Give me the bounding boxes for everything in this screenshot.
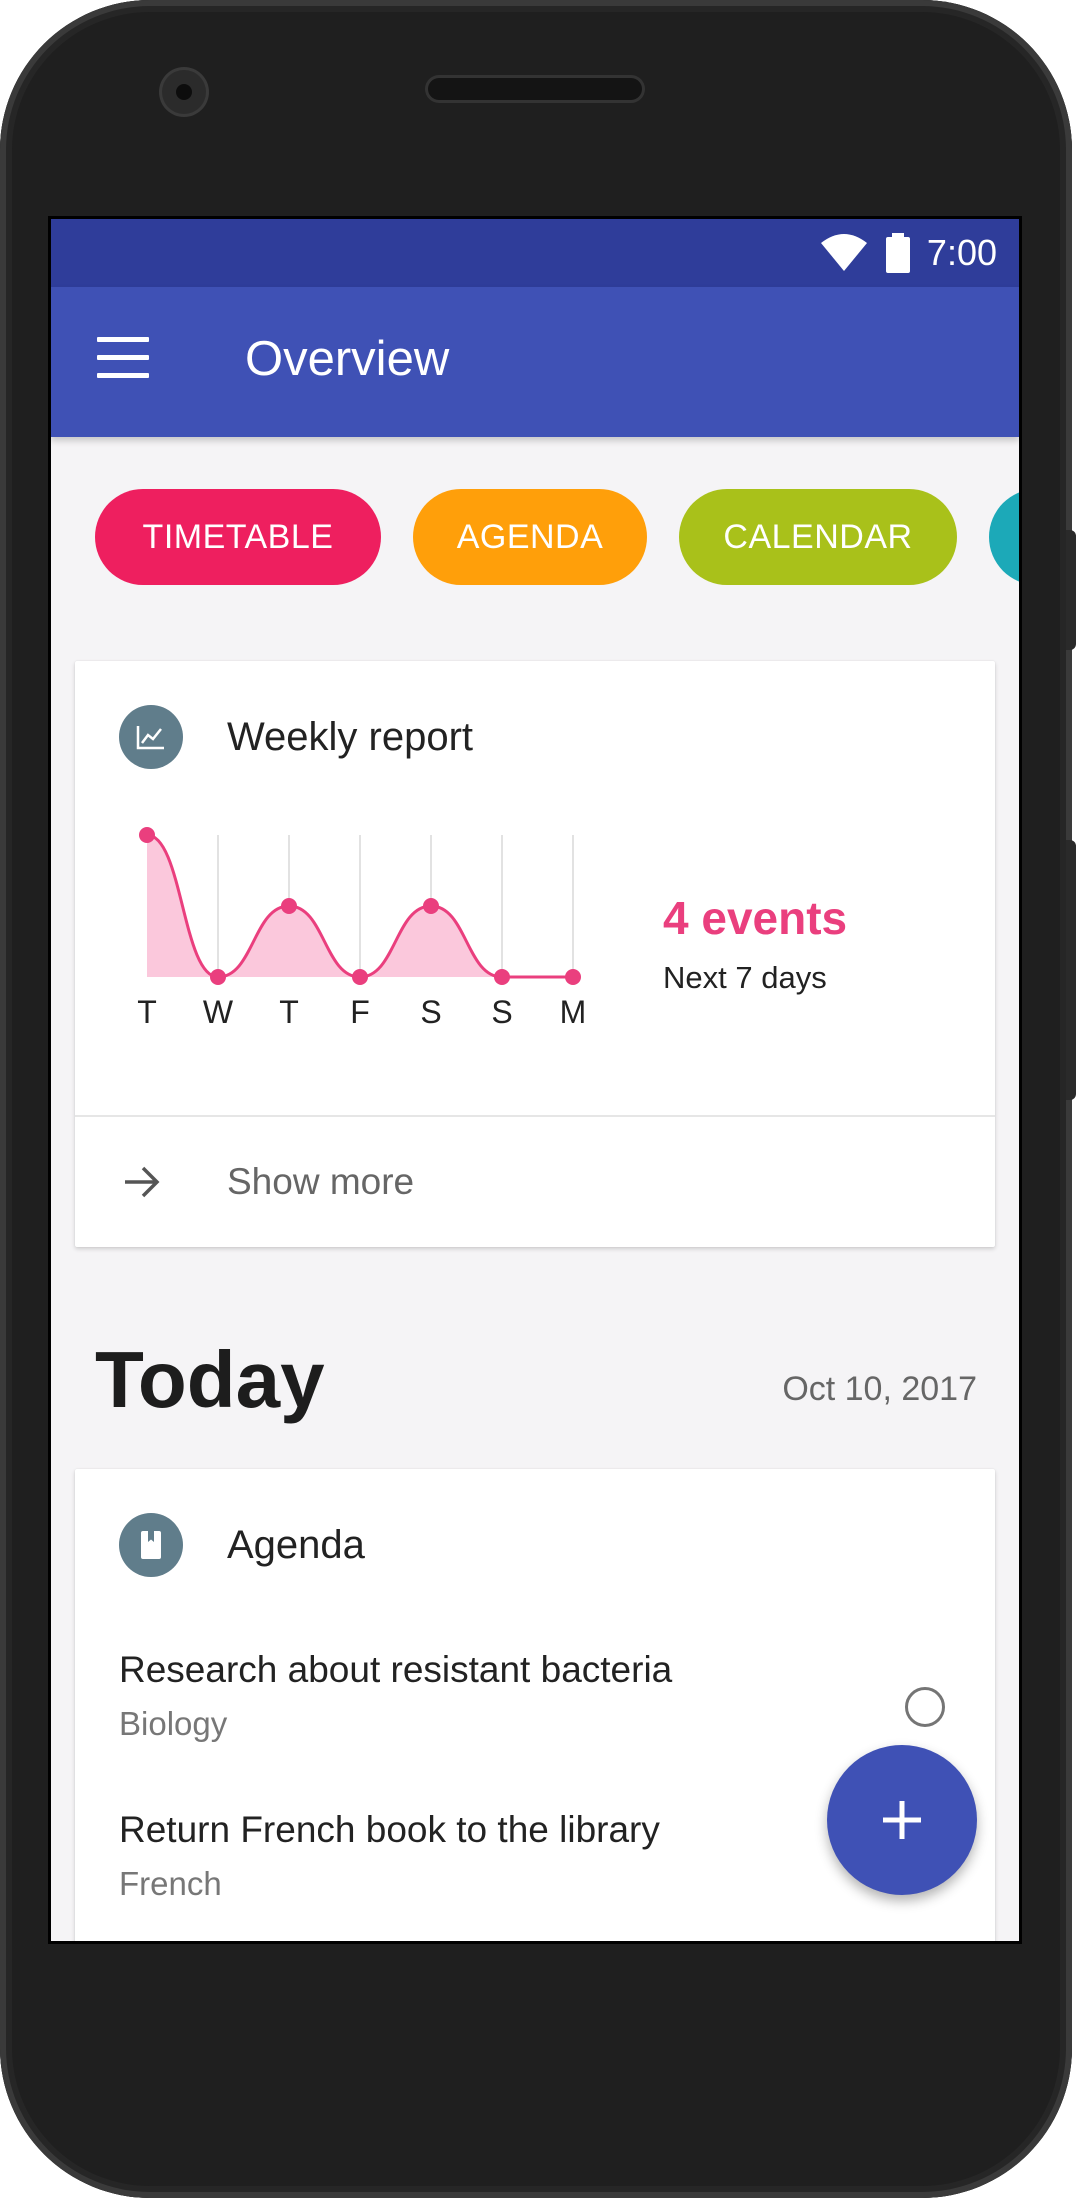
events-period: Next 7 days (663, 960, 827, 995)
menu-icon[interactable] (97, 337, 151, 379)
agenda-item-title: Return French book to the library (119, 1809, 660, 1850)
front-camera (162, 70, 206, 114)
chip-next[interactable] (989, 489, 1019, 585)
agenda-item-title: Research about resistant bacteria (119, 1649, 673, 1690)
app-title: Overview (245, 332, 450, 386)
chart-icon (119, 705, 183, 769)
today-date: Oct 10, 2017 (782, 1370, 977, 1408)
status-bar: 7:00 (51, 219, 1019, 287)
chart-point (139, 827, 155, 843)
complete-radio[interactable] (905, 1687, 945, 1727)
chart-tick-label: T (279, 994, 299, 1030)
chip-agenda[interactable]: AGENDA (413, 489, 647, 585)
events-count: 4 events (663, 892, 848, 944)
chip-calendar[interactable]: CALENDAR (679, 489, 957, 585)
plus-icon (883, 1801, 921, 1839)
screen: 7:00 Overview TIMETABLE AGENDA CALENDAR … (48, 216, 1022, 1944)
chart-tick-label: S (420, 994, 441, 1030)
weekly-chart: TWTFSSM (137, 827, 587, 1030)
phone-frame: 7:00 Overview TIMETABLE AGENDA CALENDAR … (0, 0, 1076, 2198)
volume-button (1066, 840, 1076, 1100)
weekly-report-card: Weekly report T W T F S S M 4 events Next 7 da… (75, 661, 995, 1247)
chart-tick-label: S (491, 994, 512, 1030)
chart-tick-label: M (560, 994, 587, 1030)
chart-point (423, 898, 439, 914)
show-more-button[interactable]: Show more (75, 1117, 995, 1247)
chart-tick-label: F (350, 994, 370, 1030)
agenda-item-subject: Biology (119, 1705, 228, 1742)
arrow-right-icon (125, 1166, 160, 1198)
chart-point (352, 969, 368, 985)
wifi-icon (820, 234, 867, 271)
status-time: 7:00 (926, 232, 997, 273)
chart-tick-label: W (203, 994, 234, 1030)
show-more-label: Show more (227, 1161, 415, 1202)
chart-point (210, 969, 226, 985)
agenda-title: Agenda (227, 1523, 365, 1567)
battery-icon (885, 233, 910, 273)
app-bar: Overview (51, 287, 1019, 437)
earpiece-speaker (428, 78, 642, 100)
today-title: Today (95, 1335, 325, 1424)
weekly-report-title: Weekly report (227, 715, 474, 759)
agenda-item[interactable]: Research about resistant bacteria Biolog… (75, 1629, 995, 1769)
power-button (1066, 530, 1076, 650)
shortcut-chips: TIMETABLE AGENDA CALENDAR (95, 489, 1019, 587)
chart-point (494, 969, 510, 985)
chart-point (565, 969, 581, 985)
agenda-item-subject: French (119, 1865, 222, 1902)
book-icon (119, 1513, 183, 1577)
chart-tick-label: T (137, 994, 157, 1030)
chart-point (281, 898, 297, 914)
add-fab[interactable] (827, 1745, 977, 1895)
chip-timetable[interactable]: TIMETABLE (95, 489, 381, 585)
